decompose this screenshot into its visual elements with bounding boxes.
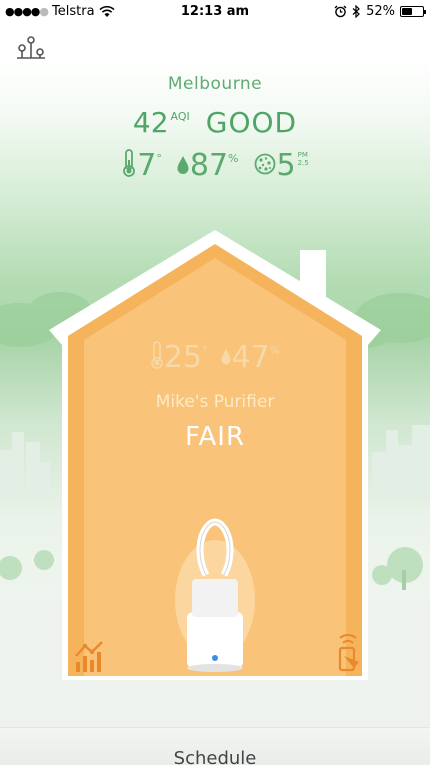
pm-unit-top: PM [297, 151, 308, 159]
outdoor-pm-value: 5 [276, 148, 296, 183]
schedule-label: Schedule [173, 748, 257, 765]
thermometer-icon [151, 341, 163, 369]
outdoor-aqi: 42 AQI GOOD [0, 106, 430, 140]
battery-percent: 52% [366, 4, 395, 19]
outdoor-humidity-unit: % [228, 152, 239, 165]
aqi-value: 42 [132, 106, 169, 139]
chart-icon [75, 641, 103, 672]
outdoor-temp-value: 7 [137, 148, 157, 183]
outdoor-humidity: 87 % [176, 148, 239, 184]
indoor-humidity-unit: % [269, 344, 281, 357]
status-bar: ●●●●● Telstra 12:13 am 52% [0, 0, 430, 24]
outdoor-temp-unit: ° [156, 152, 162, 165]
city-name: Melbourne [167, 74, 263, 94]
pm-unit-bottom: 2.5 [297, 159, 309, 167]
indoor-humidity-value: 47 [231, 340, 270, 375]
particles-icon [254, 153, 275, 175]
pm-unit: PM 2.5 [298, 151, 309, 167]
thermometer-icon [123, 149, 136, 177]
indoor-humidity: 47 % [220, 340, 281, 376]
remote-control-button[interactable] [328, 632, 366, 674]
app-logo-icon[interactable] [14, 34, 48, 60]
outdoor-temperature: 7 ° [121, 148, 162, 184]
droplet-icon [177, 156, 189, 174]
outdoor-metrics: 7 ° 87 % 5 PM 2.5 [0, 148, 430, 184]
history-chart-button[interactable] [72, 638, 108, 674]
indoor-temp-value: 25 [163, 340, 203, 375]
remote-control-icon [338, 634, 359, 672]
droplet-icon [221, 349, 231, 365]
indoor-temperature: 25 ° [150, 340, 208, 376]
device-name[interactable]: Mike's Purifier [0, 392, 430, 412]
status-right: 52% [334, 4, 426, 19]
outdoor-humidity-value: 87 [189, 148, 229, 183]
battery-fill [402, 8, 413, 15]
moon-icon [84, 196, 114, 240]
bluetooth-icon [352, 5, 360, 18]
indoor-metrics: 25 ° 47 % [0, 340, 430, 376]
alarm-icon [334, 5, 347, 18]
schedule-bar[interactable]: Schedule [0, 727, 430, 765]
indoor-temp-unit: ° [202, 344, 208, 357]
outdoor-pm: 5 PM 2.5 [253, 148, 309, 184]
battery-icon [400, 6, 426, 17]
indoor-air-status: FAIR [184, 422, 246, 452]
aqi-status: GOOD [205, 106, 298, 139]
aqi-unit: AQI [170, 110, 190, 123]
